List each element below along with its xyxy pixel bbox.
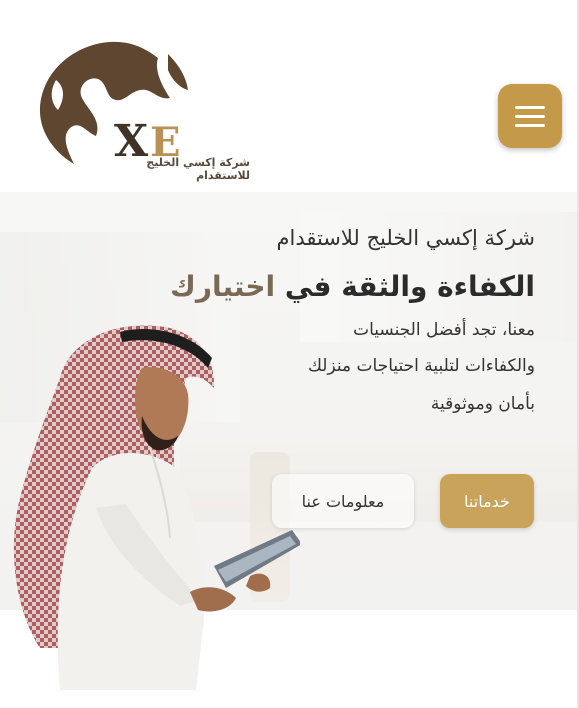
company-logo[interactable]: X E شركة إكسي الخليج للاستقدام [36,40,250,182]
services-button[interactable]: خدماتنا [440,474,534,528]
about-us-button[interactable]: معلومات عنا [272,474,414,528]
company-name: شركة إكسي الخليج للاستقدام [276,226,535,250]
hero-headline: الكفاءة والثقة في اختيارك [115,270,535,303]
hamburger-menu-icon [515,105,545,109]
globe-logo-icon: X E [39,41,188,167]
hero-description-line-2: والكفاءات لتلبية احتياجات منزلك [307,356,535,376]
headline-accent: اختيارك [170,270,276,303]
headline-main: الكفاءة والثقة في [275,270,535,303]
hero-description-line-1: معنا، تجد أفضل الجنسيات [353,320,535,340]
menu-toggle-button[interactable] [498,84,562,148]
site-header: X E شركة إكسي الخليج للاستقدام [0,0,579,192]
logo-caption: شركة إكسي الخليج للاستقدام [146,156,250,182]
hero-description-line-3: بأمان وموثوقية [430,394,535,414]
